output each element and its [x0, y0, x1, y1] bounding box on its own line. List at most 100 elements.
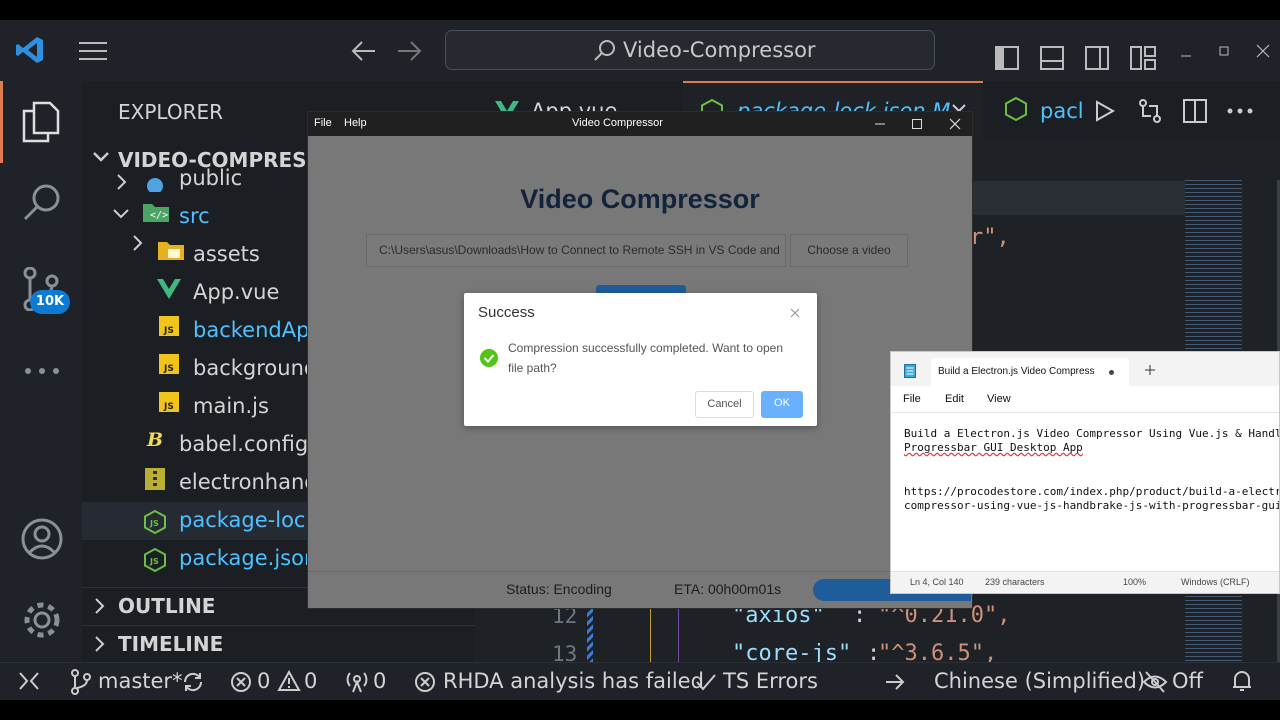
close-icon[interactable] [1256, 44, 1270, 58]
run-icon[interactable] [1095, 100, 1115, 122]
file-path-input[interactable]: C:\Users\asus\Downloads\How to Connect t… [366, 234, 786, 267]
chevron-down-icon[interactable] [112, 208, 130, 220]
ports-icon[interactable] [345, 670, 369, 694]
notepad-tab-title: Build a Electron.js Video Compress [938, 366, 1095, 377]
notepad-text-area[interactable]: Build a Electron.js Video Compressor Usi… [891, 413, 1279, 571]
ports-count[interactable]: 0 [373, 669, 386, 693]
notepad-menu-edit[interactable]: Edit [945, 393, 964, 405]
source-control-badge: 10K [30, 290, 70, 314]
compare-changes-icon[interactable] [1137, 98, 1163, 124]
dialog-cancel-button[interactable]: Cancel [695, 391, 754, 418]
tree-item-background[interactable]: background [193, 356, 317, 380]
dialog-close-icon[interactable] [790, 308, 800, 318]
tree-item-package-lock[interactable]: package-lock [179, 508, 318, 532]
outline-section[interactable]: OUTLINE [118, 594, 215, 618]
toggle-secondary-sidebar-icon[interactable] [1085, 46, 1109, 70]
zip-file-icon [145, 468, 165, 490]
bell-icon[interactable] [1231, 669, 1253, 693]
account-icon[interactable] [20, 517, 64, 561]
tree-item-app-vue[interactable]: App.vue [193, 280, 279, 304]
node-file-icon: JS [144, 548, 166, 572]
tree-item-electronhand[interactable]: electronhand [179, 470, 318, 494]
app-window-title: Video Compressor [572, 117, 663, 129]
tab-overflow-label[interactable]: pacl [1040, 99, 1084, 123]
assets-folder-icon [157, 239, 185, 261]
unsaved-dot-icon[interactable] [1109, 370, 1114, 375]
menu-icon[interactable] [79, 41, 109, 61]
chevron-right-icon[interactable] [94, 597, 106, 615]
footer-divider [308, 571, 972, 572]
text-line: Progressbar GUI Desktop App [904, 441, 1083, 454]
menu-help[interactable]: Help [344, 117, 367, 129]
chevron-right-icon[interactable] [116, 173, 128, 191]
tree-item-public[interactable]: public [179, 166, 242, 190]
arrow-right-icon[interactable] [884, 672, 906, 692]
indent-guide [678, 605, 679, 662]
search-view-icon[interactable] [22, 183, 62, 223]
settings-gear-icon[interactable] [20, 598, 64, 642]
sync-icon[interactable] [181, 670, 205, 694]
char-count: 239 characters [985, 577, 1045, 587]
close-icon[interactable] [949, 118, 961, 130]
notepad-menu-view[interactable]: View [987, 393, 1011, 405]
letterbox-top [0, 0, 1280, 20]
choose-video-button[interactable]: Choose a video [790, 234, 908, 267]
more-actions-icon[interactable] [1227, 108, 1253, 114]
svg-text:JS: JS [149, 519, 159, 528]
vscode-logo-icon [14, 34, 46, 66]
error-count[interactable]: 0 [257, 669, 270, 693]
warning-count[interactable]: 0 [304, 669, 317, 693]
error-icon[interactable] [230, 671, 252, 693]
svg-text:JS: JS [149, 557, 159, 566]
remote-icon[interactable] [18, 671, 40, 691]
rhda-status[interactable]: RHDA analysis has failed [443, 669, 704, 693]
js-file-icon: JS [159, 316, 179, 336]
toggle-panel-icon[interactable] [1040, 46, 1064, 70]
language-status[interactable]: Chinese (Simplified) [934, 669, 1145, 693]
indent-guide [650, 605, 651, 662]
tree-item-package-json[interactable]: package.json [179, 546, 317, 570]
status-label: Status: Encoding [506, 581, 612, 597]
search-icon [593, 39, 617, 63]
dialog-ok-button[interactable]: OK [761, 391, 803, 418]
chevron-down-icon[interactable] [92, 151, 110, 163]
explorer-icon[interactable] [22, 101, 60, 143]
toggle-status[interactable]: Off [1172, 669, 1203, 693]
new-tab-plus-icon[interactable] [1145, 365, 1155, 375]
split-editor-icon[interactable] [1183, 99, 1207, 123]
tree-item-src[interactable]: src [179, 204, 210, 228]
timeline-section[interactable]: TIMELINE [118, 632, 223, 656]
back-arrow-icon[interactable] [351, 40, 377, 62]
branch-icon [70, 669, 92, 695]
minimize-icon[interactable] [874, 118, 886, 130]
branch-name[interactable]: master* [98, 669, 183, 693]
notepad-statusbar: Ln 4, Col 140 239 characters 100% Window… [891, 571, 1279, 593]
notepad-tab[interactable]: Build a Electron.js Video Compress [931, 358, 1129, 386]
js-file-icon: JS [159, 354, 179, 374]
app-titlebar: File Help Video Compressor [308, 112, 972, 136]
code-fragment: r", [970, 225, 1010, 250]
tree-item-babel-config[interactable]: babel.config. [179, 432, 315, 456]
chevron-right-icon[interactable] [94, 635, 106, 653]
menu-file[interactable]: File [314, 117, 332, 129]
tree-item-main-js[interactable]: main.js [193, 394, 269, 418]
toggle-sidebar-icon[interactable] [995, 46, 1019, 70]
tree-item-backendapi[interactable]: backendApi [193, 318, 315, 342]
warning-icon[interactable] [277, 670, 301, 692]
maximize-icon[interactable] [1218, 45, 1230, 57]
minimize-icon[interactable] [1180, 50, 1192, 62]
ts-errors[interactable]: TS Errors [723, 669, 818, 693]
notepad-menu-file[interactable]: File [903, 393, 921, 405]
dialog-title: Success [478, 304, 535, 321]
notepad-window: Build a Electron.js Video Compress File … [890, 351, 1280, 594]
more-views-icon[interactable] [24, 367, 60, 375]
chevron-right-icon[interactable] [132, 234, 144, 252]
src-folder-icon: </> [142, 201, 170, 223]
tree-item-assets[interactable]: assets [193, 242, 260, 266]
svg-text:JS: JS [163, 402, 174, 412]
eye-off-icon [1142, 670, 1168, 694]
forward-arrow-icon[interactable] [396, 40, 422, 62]
maximize-icon[interactable] [911, 118, 923, 130]
customize-layout-icon[interactable] [1130, 46, 1156, 70]
command-center-search[interactable]: Video-Compressor [445, 30, 935, 70]
